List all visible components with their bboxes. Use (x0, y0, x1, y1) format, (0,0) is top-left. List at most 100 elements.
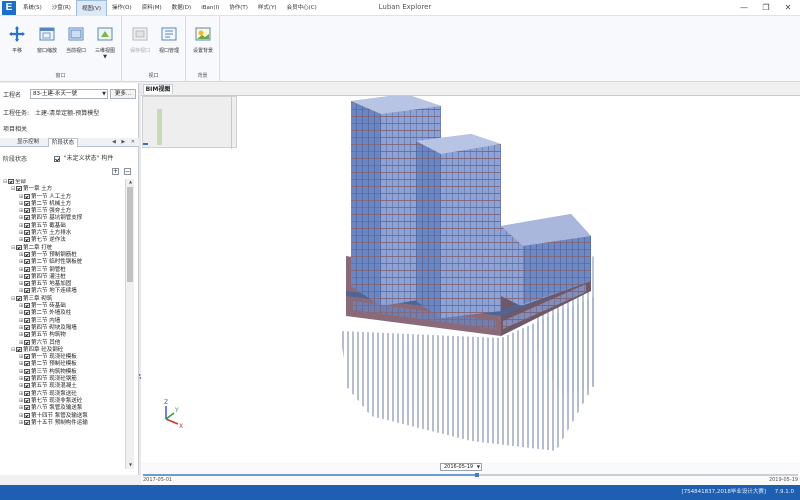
tree-scrollbar[interactable]: ▲ ▼ (125, 179, 134, 469)
tree-checkbox[interactable] (16, 295, 22, 301)
tree-checkbox[interactable] (24, 266, 30, 272)
tree-node[interactable]: ⊞ 第二节 外墙及柱 (3, 310, 125, 317)
tree-checkbox[interactable] (24, 376, 30, 382)
tree-checkbox[interactable] (24, 397, 30, 403)
window-zoom-button[interactable]: 窗口缩放 (33, 26, 61, 66)
maximize-button[interactable]: ❐ (756, 0, 776, 15)
scroll-up-icon[interactable]: ▲ (126, 179, 135, 186)
collapse-all-button[interactable]: − (124, 168, 131, 175)
tree-node[interactable]: ⊞ 第八节 泵管及输送泵 (3, 405, 125, 412)
tree-node[interactable]: ⊟ 第三章 砌筑 (3, 295, 125, 303)
tree-node[interactable]: ⊞ 第二节 预制砼模板 (3, 361, 125, 368)
tree-node[interactable]: ⊟ 第一章 土方 (3, 186, 125, 193)
tree-checkbox[interactable] (16, 346, 22, 352)
expand-all-button[interactable]: + (112, 168, 119, 175)
tree-checkbox[interactable] (24, 193, 30, 199)
viewport-minimap[interactable] (142, 96, 237, 149)
tree-node[interactable]: ⊟ 全部 (3, 179, 125, 186)
scroll-down-icon[interactable]: ▼ (126, 462, 135, 469)
tree-checkbox[interactable] (24, 208, 30, 214)
menu-item[interactable]: 协作(T) (224, 0, 253, 16)
more-button[interactable]: 更多... (110, 89, 136, 99)
tree-node[interactable]: ⊞ 第五节 现浇混凝土 (3, 383, 125, 390)
bim-viewport[interactable]: Z X Y (141, 94, 800, 463)
project-related[interactable]: 项目相关 (3, 124, 27, 133)
tree-checkbox[interactable] (24, 324, 30, 330)
tree-checkbox[interactable] (24, 215, 30, 221)
tree-checkbox[interactable] (24, 251, 30, 257)
tree-checkbox[interactable] (24, 383, 30, 389)
tree-checkbox[interactable] (24, 405, 30, 411)
tree-checkbox[interactable] (24, 317, 30, 323)
tree-node[interactable]: ⊞ 第六节 地下连续墙 (3, 288, 125, 295)
menu-item[interactable]: 资料(M) (137, 0, 167, 16)
set-background-button[interactable]: 设置背景 (189, 26, 217, 66)
tree-checkbox[interactable] (24, 339, 30, 345)
tab-nav-icons[interactable]: ◀ ▶ ✕ (112, 138, 137, 147)
tree-checkbox[interactable] (8, 179, 14, 184)
pan-button[interactable]: 平移 (3, 26, 31, 66)
tree-node[interactable]: ⊞ 第二节 临时性钢板桩 (3, 259, 125, 266)
project-name-select[interactable]: 83-土建-永天一號 ▼ (30, 89, 108, 99)
menu-item[interactable]: iBan(I) (196, 0, 224, 16)
3d-view-button[interactable]: 三维视图 ▼ (91, 26, 119, 66)
tab-display-control[interactable]: 显示控制 (14, 138, 42, 147)
tree-checkbox[interactable] (24, 303, 30, 309)
close-button[interactable]: ✕ (778, 0, 798, 15)
menu-item[interactable]: 视图(V) (75, 0, 107, 16)
menu-item[interactable]: 数据(D) (167, 0, 197, 16)
undefined-state-checkbox-row[interactable]: "未定义状态" 构件 (54, 153, 113, 162)
tree-checkbox[interactable] (24, 281, 30, 287)
chevron-down-icon[interactable]: ▼ (91, 54, 119, 60)
tab-bim-view[interactable]: BIM视图 (143, 84, 173, 94)
tree-node[interactable]: ⊞ 第一节 人工土方 (3, 193, 125, 201)
menu-item[interactable]: 样式(Y) (253, 0, 282, 16)
tree-node[interactable]: ⊞ 第五节 构筑物 (3, 332, 125, 339)
current-viewport-button[interactable]: 当前视口 (62, 26, 90, 66)
menu-item[interactable]: 操作(O) (107, 0, 137, 16)
tree-node[interactable]: ⊞ 第六节 现浇泵送砼 (3, 390, 125, 398)
tree-node[interactable]: ⊞ 第三节 构筑物模板 (3, 368, 125, 376)
ribbon: 平移 窗口缩放 当前视口 三维视图 ▼ 窗口 保存视口 视口管理 视口 设置背景… (0, 16, 800, 82)
tree-node[interactable]: ⊞ 第五节 截基础 (3, 222, 125, 230)
tree-checkbox[interactable] (24, 361, 30, 367)
tree-node[interactable]: ⊞ 第三节 钢管桩 (3, 266, 125, 274)
scroll-thumb[interactable] (127, 187, 133, 282)
tree-checkbox[interactable] (16, 244, 22, 250)
tree-checkbox[interactable] (24, 419, 30, 425)
tree-checkbox[interactable] (24, 230, 30, 236)
tab-stage-status[interactable]: 阶段状态 (48, 138, 79, 147)
tree-checkbox[interactable] (24, 390, 30, 396)
undefined-state-checkbox[interactable] (54, 155, 60, 162)
tree-checkbox[interactable] (24, 368, 30, 374)
building-model[interactable]: Z X Y (141, 94, 800, 463)
save-viewport-button[interactable]: 保存视口 (126, 26, 154, 66)
tree-checkbox[interactable] (24, 332, 30, 338)
tree-checkbox[interactable] (24, 354, 30, 360)
timeline-handle[interactable] (475, 473, 480, 477)
tree-checkbox[interactable] (24, 288, 30, 294)
timeline-slider[interactable] (143, 473, 798, 477)
tree-node[interactable]: ⊟ 第二章 打桩 (3, 244, 125, 252)
tree-checkbox[interactable] (24, 273, 30, 279)
tree-node[interactable]: ⊞ 第六节 其他 (3, 339, 125, 347)
app-logo[interactable]: E (2, 1, 16, 15)
tree-node[interactable]: ⊞ 第三节 内墙 (3, 317, 125, 325)
menu-item[interactable]: 沙盘(R) (47, 0, 76, 16)
viewport-manage-button[interactable]: 视口管理 (155, 26, 183, 66)
menu-item[interactable]: 会员中心(C) (282, 0, 322, 16)
tree-checkbox[interactable] (24, 237, 30, 243)
tree-checkbox[interactable] (24, 200, 30, 206)
tree-node[interactable]: ⊞ 第十四节 泵管及输送泵 (3, 412, 125, 420)
minimize-button[interactable]: — (734, 0, 754, 15)
tree-checkbox[interactable] (24, 310, 30, 316)
tree-checkbox[interactable] (16, 186, 22, 192)
tree-node[interactable]: ⊞ 第七节 逆作法 (3, 237, 125, 244)
timeline-date-select[interactable]: 2016-05-19 ▼ (440, 463, 482, 471)
tree-node[interactable]: ⊞ 第十五节 预制构件运输 (3, 419, 125, 427)
tree-checkbox[interactable] (24, 412, 30, 418)
tree-node[interactable]: ⊞ 第四节 基坑钢管支撑 (3, 215, 125, 222)
tree-checkbox[interactable] (24, 222, 30, 228)
tree-checkbox[interactable] (24, 259, 30, 265)
menu-item[interactable]: 系统(S) (18, 0, 47, 16)
